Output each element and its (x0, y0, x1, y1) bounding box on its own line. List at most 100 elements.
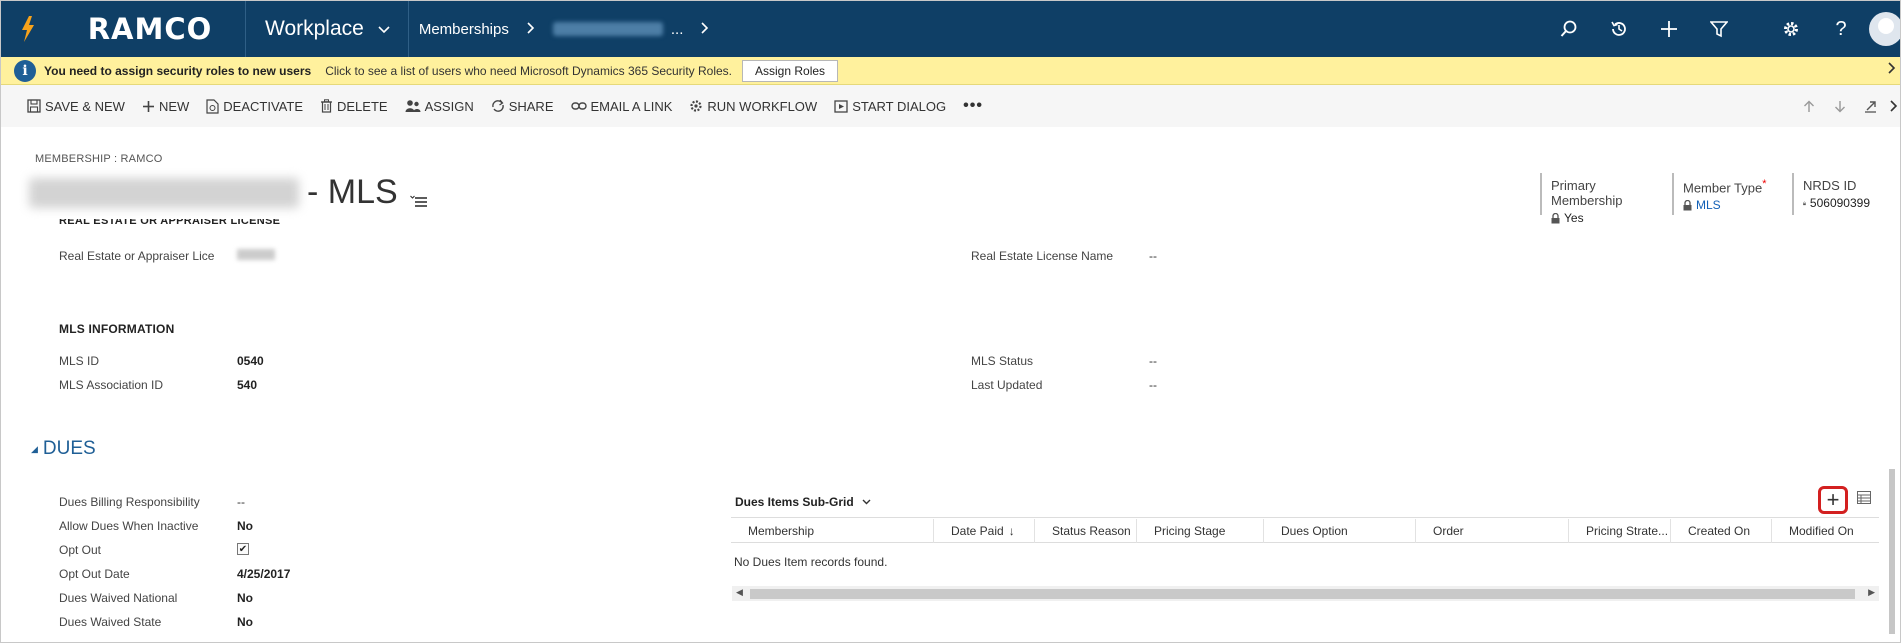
license-name-row: Real Estate License Name -- (971, 249, 1157, 263)
email-a-link-label: EMAIL A LINK (590, 98, 673, 114)
assign-roles-button[interactable]: Assign Roles (742, 59, 839, 82)
column-status-reason[interactable]: Status Reason (1035, 519, 1137, 543)
chevron-right-icon (527, 21, 535, 38)
opt-out-row: Opt Out ✔ (59, 543, 249, 557)
opt-out-checkbox[interactable]: ✔ (237, 543, 249, 555)
start-dialog-label: START DIALOG (852, 98, 947, 114)
chevron-right-icon[interactable] (1886, 100, 1900, 112)
scroll-left-arrow-icon[interactable]: ◀ (736, 587, 743, 598)
breadcrumb-memberships[interactable]: Memberships (419, 21, 509, 38)
start-dialog-button[interactable]: START DIALOG (834, 99, 946, 114)
allow-dues-inactive-value[interactable]: No (237, 519, 253, 533)
dues-billing-value[interactable]: -- (237, 495, 245, 509)
empty-grid-message: No Dues Item records found. (734, 555, 888, 569)
nav-icon-group: ? (1544, 1, 1900, 57)
allow-dues-inactive-row: Allow Dues When Inactive No (59, 519, 253, 533)
breadcrumb-more[interactable]: ... (671, 21, 684, 38)
share-icon (491, 99, 504, 112)
column-membership[interactable]: Membership (731, 519, 934, 543)
notification-title: You need to assign security roles to new… (44, 63, 312, 78)
workplace-menu[interactable]: Workplace (246, 1, 408, 57)
pop-out-icon[interactable] (1855, 100, 1886, 113)
appraiser-license-value-redacted[interactable] (237, 249, 275, 260)
record-name-redacted (29, 177, 299, 208)
form-selector-icon[interactable] (409, 177, 428, 216)
required-marker: * (1762, 178, 1767, 190)
opt-out-label: Opt Out (59, 543, 102, 557)
trash-icon (321, 99, 332, 113)
dues-waived-national-value[interactable]: No (237, 591, 253, 605)
mls-id-row: MLS ID 0540 (59, 354, 264, 368)
workplace-label: Workplace (265, 17, 364, 40)
workflow-icon (690, 100, 703, 112)
column-pricing-strategy[interactable]: Pricing Strate... (1569, 519, 1671, 543)
new-button[interactable]: NEW (142, 99, 189, 114)
dues-billing-row: Dues Billing Responsibility -- (59, 495, 245, 509)
chevron-right-icon[interactable] (701, 21, 709, 38)
mls-id-value[interactable]: 0540 (237, 354, 264, 368)
header-fields: Primary Membership Yes Member Type* MLS … (1530, 173, 1870, 225)
member-type-link[interactable]: MLS (1696, 198, 1721, 212)
dues-waived-state-value[interactable]: No (237, 615, 253, 629)
deactivate-button[interactable]: DEACTIVATE (206, 99, 303, 114)
breadcrumb-record-redacted[interactable] (552, 22, 663, 36)
license-name-value[interactable]: -- (1149, 249, 1157, 263)
help-icon[interactable]: ? (1816, 1, 1866, 57)
column-order[interactable]: Order (1416, 519, 1569, 543)
last-updated-value[interactable]: -- (1149, 378, 1157, 392)
plus-icon[interactable] (1644, 1, 1694, 57)
notification-detail-link[interactable]: Click to see a list of users who need Mi… (325, 64, 732, 78)
column-pricing-stage[interactable]: Pricing Stage (1137, 519, 1264, 543)
opt-out-date-value[interactable]: 4/25/2017 (237, 567, 290, 581)
delete-button[interactable]: DELETE (320, 99, 388, 114)
column-modified-on[interactable]: Modified On (1772, 519, 1879, 543)
more-commands-icon[interactable]: ••• (963, 97, 983, 115)
add-dues-item-button[interactable]: + (1818, 486, 1848, 514)
share-button[interactable]: SHARE (491, 99, 554, 114)
run-workflow-button[interactable]: RUN WORKFLOW (689, 99, 817, 114)
save-and-new-label: SAVE & NEW (45, 98, 125, 114)
save-and-new-button[interactable]: SAVE & NEW (27, 99, 125, 114)
share-label: SHARE (508, 98, 554, 114)
dues-items-subgrid-title[interactable]: Dues Items Sub-Grid (735, 495, 871, 509)
column-dues-option[interactable]: Dues Option (1264, 519, 1416, 543)
save-icon (27, 99, 41, 113)
chevron-right-icon[interactable] (1888, 61, 1896, 79)
license-name-label: Real Estate License Name (971, 249, 1114, 263)
mls-information-title: MLS INFORMATION (59, 322, 175, 336)
form-vertical-scrollbar[interactable] (1889, 469, 1895, 634)
column-date-paid[interactable]: Date Paid ↓ (934, 519, 1035, 543)
filter-icon[interactable] (1694, 1, 1744, 57)
email-a-link-button[interactable]: EMAIL A LINK (570, 98, 673, 114)
scrollbar-thumb[interactable] (750, 589, 1855, 599)
mls-status-value[interactable]: -- (1149, 354, 1157, 368)
scroll-right-arrow-icon[interactable]: ▶ (1868, 587, 1875, 598)
grid-view-icon[interactable] (1857, 491, 1871, 507)
arrow-down-icon[interactable] (1824, 100, 1855, 113)
avatar[interactable] (1866, 1, 1900, 57)
column-date-paid-label: Date Paid (951, 524, 1004, 538)
dues-waived-national-label: Dues Waived National (59, 591, 178, 605)
arrow-up-icon[interactable] (1793, 100, 1824, 113)
record-title-suffix: - MLS (307, 173, 398, 211)
dues-waived-national-row: Dues Waived National No (59, 591, 253, 605)
search-icon[interactable] (1544, 1, 1594, 57)
history-icon[interactable] (1594, 1, 1644, 57)
mls-association-id-value[interactable]: 540 (237, 378, 257, 392)
dues-section-toggle[interactable]: ◢ DUES (31, 438, 96, 460)
column-created-on[interactable]: Created On (1671, 519, 1772, 543)
gear-icon[interactable] (1766, 1, 1816, 57)
subgrid-header-row: Membership Date Paid ↓ Status Reason Pri… (731, 517, 1879, 543)
assign-label: ASSIGN (424, 98, 474, 114)
assign-button[interactable]: ASSIGN (405, 99, 474, 114)
deactivate-label: DEACTIVATE (223, 98, 303, 114)
lock-icon (1683, 199, 1692, 211)
mls-status-label: MLS Status (971, 354, 1034, 368)
plus-icon (142, 100, 154, 112)
lock-icon (1803, 201, 1806, 205)
ramco-logo[interactable]: RAMCO (55, 1, 245, 57)
member-type-value[interactable]: MLS (1683, 198, 1782, 212)
lightning-icon[interactable] (1, 1, 55, 57)
subgrid-horizontal-scrollbar[interactable]: ◀ ▶ (732, 586, 1879, 601)
info-icon: i (14, 59, 36, 82)
